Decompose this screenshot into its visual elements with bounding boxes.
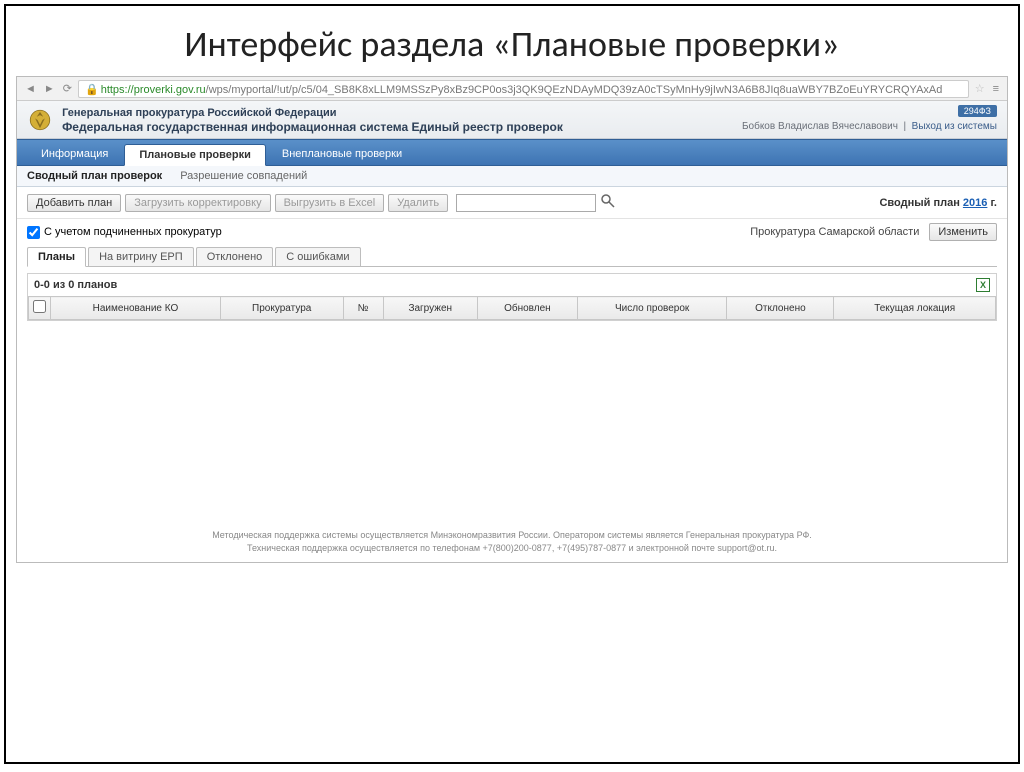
col-prosecution[interactable]: Прокуратура xyxy=(220,297,343,320)
browser-address-bar: ◄ ► ⟳ 🔒https://proverki.gov.ru/wps/mypor… xyxy=(17,77,1007,101)
menu-icon[interactable]: ≡ xyxy=(991,83,1001,95)
include-subordinate-label: С учетом подчиненных прокуратур xyxy=(44,226,222,238)
inner-tab-erp[interactable]: На витрину ЕРП xyxy=(88,247,194,266)
change-org-button[interactable]: Изменить xyxy=(929,223,997,241)
col-uploaded[interactable]: Загружен xyxy=(383,297,477,320)
footer-line-2: Техническая поддержка осуществляется по … xyxy=(37,542,987,555)
footer: Методическая поддержка системы осуществл… xyxy=(17,521,1007,562)
nav-back-icon[interactable]: ◄ xyxy=(23,83,38,95)
main-tab-strip: Информация Плановые проверки Внеплановые… xyxy=(17,139,1007,166)
delete-button[interactable]: Удалить xyxy=(388,194,448,212)
footer-line-1: Методическая поддержка системы осуществл… xyxy=(37,529,987,542)
nav-forward-icon[interactable]: ► xyxy=(42,83,57,95)
inner-tab-rejected[interactable]: Отклонено xyxy=(196,247,274,266)
user-name: Бобков Владислав Вячеславович xyxy=(742,121,898,132)
sub-tab-strip: Сводный план проверок Разрешение совпаде… xyxy=(17,166,1007,187)
nav-reload-icon[interactable]: ⟳ xyxy=(61,82,74,95)
slide-title: Интерфейс раздела «Плановые проверки» xyxy=(6,6,1018,76)
include-subordinate-checkbox[interactable] xyxy=(27,226,40,239)
toolbar: Добавить план Загрузить корректировку Вы… xyxy=(17,187,1007,219)
export-excel-button[interactable]: Выгрузить в Excel xyxy=(275,194,385,212)
url-input[interactable]: 🔒https://proverki.gov.ru/wps/myportal/!u… xyxy=(78,80,969,98)
bookmark-star-icon[interactable]: ☆ xyxy=(973,82,987,95)
data-grid: 0-0 из 0 планов X Наименование КО Прокур… xyxy=(27,273,997,321)
tab-unplanned[interactable]: Внеплановые проверки xyxy=(268,144,416,165)
search-input[interactable] xyxy=(456,194,596,212)
search-icon[interactable] xyxy=(600,193,616,212)
col-location[interactable]: Текущая локация xyxy=(834,297,996,320)
excel-export-icon[interactable]: X xyxy=(976,278,990,292)
col-rejected[interactable]: Отклонено xyxy=(727,297,834,320)
inner-tab-plans[interactable]: Планы xyxy=(27,247,86,267)
row-count-label: 0-0 из 0 планов xyxy=(34,279,117,291)
logout-link[interactable]: Выход из системы xyxy=(912,121,997,132)
app-header: Генеральная прокуратура Российской Федер… xyxy=(17,101,1007,139)
table-header-row: Наименование КО Прокуратура № Загружен О… xyxy=(29,297,996,320)
subtab-summary-plan[interactable]: Сводный план проверок xyxy=(27,170,162,182)
tab-planned[interactable]: Плановые проверки xyxy=(124,144,266,166)
add-plan-button[interactable]: Добавить план xyxy=(27,194,121,212)
options-row: С учетом подчиненных прокуратур Прокурат… xyxy=(17,219,1007,247)
col-checks[interactable]: Число проверок xyxy=(577,297,727,320)
select-all-checkbox[interactable] xyxy=(33,300,46,313)
subtab-duplicates[interactable]: Разрешение совпадений xyxy=(180,170,307,182)
inner-tab-errors[interactable]: С ошибками xyxy=(275,247,360,266)
header-title-2: Федеральная государственная информационн… xyxy=(62,120,563,134)
col-number[interactable]: № xyxy=(343,297,383,320)
lock-icon: 🔒 xyxy=(85,84,99,96)
organization-name: Прокуратура Самарской области xyxy=(750,226,919,238)
inner-tab-strip: Планы На витрину ЕРП Отклонено С ошибкам… xyxy=(27,247,997,267)
header-title-1: Генеральная прокуратура Российской Федер… xyxy=(62,107,563,119)
col-updated[interactable]: Обновлен xyxy=(477,297,577,320)
tab-info[interactable]: Информация xyxy=(27,144,122,165)
year-link[interactable]: 2016 xyxy=(963,197,987,209)
law-badge: 294ФЗ xyxy=(958,105,997,117)
emblem-icon xyxy=(27,107,53,133)
url-path: /wps/myportal/!ut/p/c5/04_SB8K8xLLM9MSSz… xyxy=(206,84,943,96)
load-correction-button[interactable]: Загрузить корректировку xyxy=(125,194,270,212)
url-host: https://proverki.gov.ru xyxy=(101,84,206,96)
summary-year-label: Сводный план 2016 г. xyxy=(879,197,997,209)
col-name[interactable]: Наименование КО xyxy=(51,297,221,320)
browser-window: ◄ ► ⟳ 🔒https://proverki.gov.ru/wps/mypor… xyxy=(16,76,1008,563)
